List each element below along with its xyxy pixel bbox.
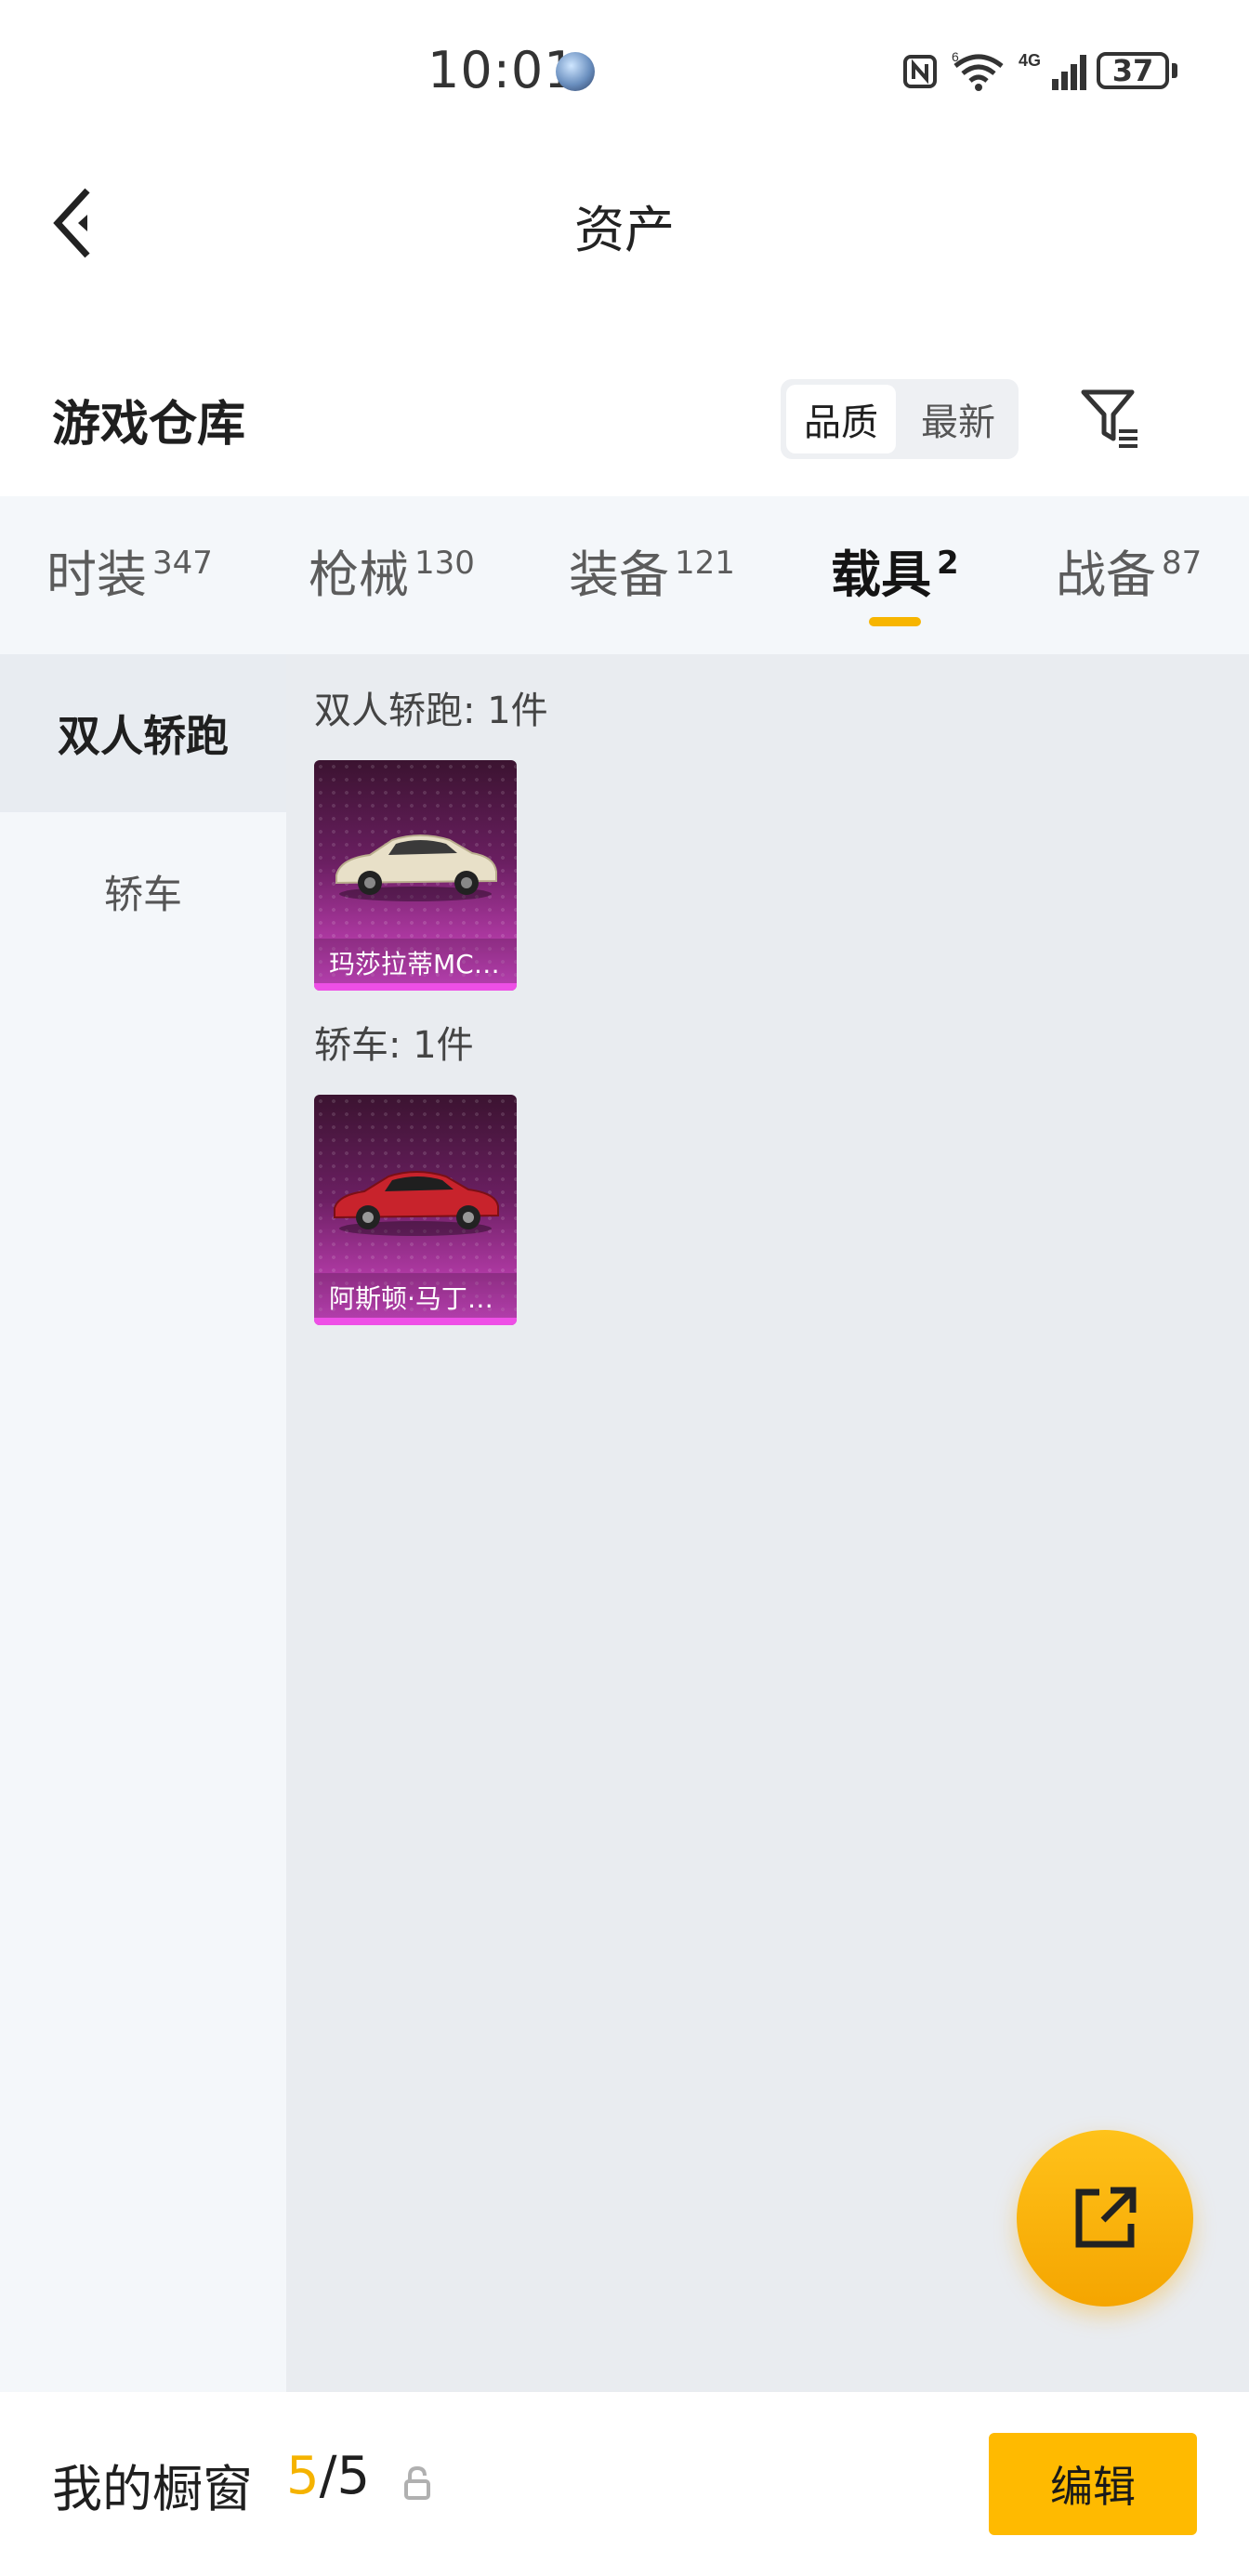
tab-firearms[interactable]: 枪械 130 (309, 533, 475, 607)
item-card[interactable]: 阿斯顿·马丁… (314, 1095, 517, 1325)
filter-button[interactable] (1078, 387, 1143, 452)
share-button[interactable] (1017, 2130, 1193, 2307)
status-avatar-icon (556, 52, 595, 91)
nfc-icon (903, 55, 937, 88)
showcase-total: 5 (336, 2446, 371, 2506)
bottom-bar: 我的橱窗 5/5 编辑 (0, 2392, 1249, 2576)
battery-indicator: 37 (1097, 52, 1169, 89)
car-icon (334, 1171, 499, 1236)
car-icon (335, 835, 497, 901)
rarity-bar (314, 983, 517, 991)
tab-label: 战备 (1056, 545, 1156, 604)
section-title: 游戏仓库 (52, 397, 246, 453)
network-type: 4G (1019, 51, 1041, 70)
rarity-bar (314, 1318, 517, 1325)
tab-equipment[interactable]: 装备 121 (569, 533, 735, 607)
tab-count: 130 (414, 545, 475, 582)
showcase-separator: / (319, 2446, 337, 2506)
tab-count: 87 (1162, 545, 1203, 582)
status-icons: 6 4G (901, 48, 1091, 95)
lock-icon (404, 2465, 430, 2500)
page-title: 资产 (574, 201, 675, 259)
share-icon (1075, 2187, 1137, 2248)
sort-toggle: 品质 最新 (781, 379, 1019, 459)
tab-label: 装备 (569, 545, 669, 604)
group-label: 双人轿跑: 1件 (314, 690, 548, 732)
showcase-count: 5/5 (286, 2446, 370, 2506)
active-tab-indicator (869, 617, 921, 626)
sidebar-item-sedan[interactable]: 轿车 (0, 812, 286, 970)
edit-button[interactable]: 编辑 (989, 2433, 1197, 2535)
battery-tip (1172, 63, 1177, 78)
tab-vehicles[interactable]: 载具 2 (831, 533, 959, 607)
sort-newest-button[interactable]: 最新 (903, 385, 1013, 453)
showcase-current: 5 (286, 2446, 320, 2506)
status-time: 10:01 (427, 41, 577, 99)
group-label: 轿车: 1件 (314, 1024, 474, 1067)
tab-label: 时装 (46, 545, 147, 604)
tab-count: 347 (152, 545, 213, 582)
filter-icon (1081, 389, 1137, 448)
sort-quality-button[interactable]: 品质 (786, 385, 896, 453)
status-bar: 10:01 6 4G 37 (0, 0, 1249, 139)
tab-count: 2 (937, 545, 959, 582)
tab-label: 载具 (831, 545, 931, 604)
signal-icon: 4G (1019, 51, 1086, 90)
tab-count: 121 (675, 545, 735, 582)
category-tabs: 时装 347 枪械 130 装备 121 载具 2 战备 87 (0, 496, 1249, 654)
tab-label: 枪械 (309, 545, 409, 604)
sidebar-item-coupe[interactable]: 双人轿跑 (0, 654, 286, 812)
tab-battle-gear[interactable]: 战备 87 (1056, 533, 1202, 607)
subcategory-sidebar: 双人轿跑 轿车 (0, 654, 286, 2392)
wifi-icon: 6 (952, 51, 1004, 91)
item-card[interactable]: 玛莎拉蒂MC… (314, 760, 517, 991)
wifi-badge: 6 (952, 51, 959, 64)
tab-fashion[interactable]: 时装 347 (46, 533, 213, 607)
showcase-label: 我的橱窗 (52, 2460, 253, 2518)
